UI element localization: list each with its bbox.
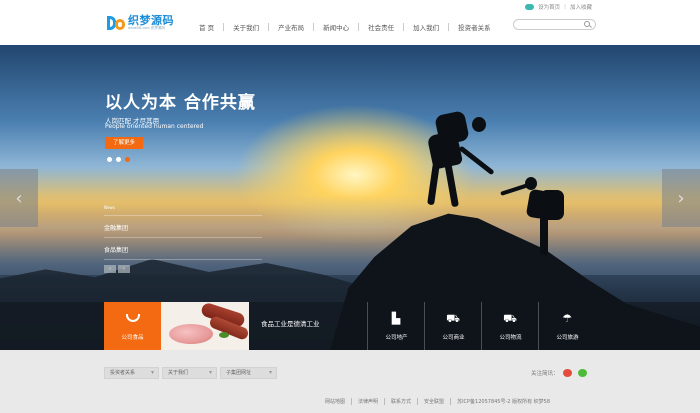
copyright-text: 苏ICP备12057845号-2 版权所有 织梦58 [457,399,551,405]
slide-dot[interactable] [116,157,121,162]
business-card-logistics[interactable]: ⛟ 公司物流 [481,302,538,350]
footer-link-sitemap[interactable]: 网站地图 [325,398,345,405]
truck-icon: ⛟ [503,312,517,325]
chevron-right-icon: › [677,187,685,209]
hero-title: 以人为本 合作共赢 [105,93,256,113]
investor-select[interactable]: 投资者关系 [104,367,159,379]
business-cells: ▙ 公司地产 ⛟ 公司商业 ⛟ 公司物流 ☂ 公司旅游 [367,302,595,350]
news-next-button[interactable]: › [118,265,130,273]
search-icon[interactable] [584,21,590,27]
business-card-commerce[interactable]: ⛟ 公司商业 [424,302,481,350]
nav-home[interactable]: 首 页 [190,22,223,32]
set-homepage-link[interactable]: 设为首页 [538,3,560,11]
business-description: 食品工业是德清工业 [261,320,320,328]
building-icon: ▙ [391,312,401,325]
news-label: News [104,205,115,210]
follow-us: 关注简讯： [531,369,587,377]
subsidiary-select[interactable]: 子集团网址 [220,367,277,379]
search-box [513,19,596,39]
chevron-left-icon: ‹ [15,187,23,209]
news-panel: News 金融集团 食品集团 [104,205,262,260]
logo-subtext: dede58.com 织梦源码 [128,26,165,31]
main-nav: 首 页 关于我们 产业布局 新闻中心 社会责任 加入我们 投资者关系 [190,21,500,33]
news-prev-button[interactable]: ‹ [104,265,116,273]
climber-head [472,117,486,132]
wechat-icon[interactable] [577,369,587,377]
logo-text: 织梦源码 [128,14,174,28]
nav-news[interactable]: 新闻中心 [314,22,358,32]
footer: 投资者关系 关于我们 子集团网址 关注简讯： 网站地图 法律声明 联系方式 安全… [0,350,700,413]
bowl-icon [126,314,140,322]
business-card-tourism[interactable]: ☂ 公司旅游 [538,302,595,350]
footer-selects: 投资者关系 关于我们 子集团网址 [104,367,277,379]
top-links: 设为首页 | 加入收藏 [525,3,592,11]
business-card-label: 公司旅游 [556,335,579,341]
business-card-label: 公司物流 [499,335,522,341]
slide-dots [107,157,130,162]
add-favorite-link[interactable]: 加入收藏 [570,3,592,11]
climber-arm [458,145,495,176]
logo[interactable]: 织梦源码 dede58.com 织梦源码 [107,12,177,34]
follow-label: 关注简讯： [531,371,559,377]
footer-link-contact[interactable]: 联系方式 [391,398,411,405]
about-select[interactable]: 关于我们 [162,367,217,379]
business-card-label: 公司商业 [442,335,465,341]
nav-industry[interactable]: 产业布局 [269,22,313,32]
footer-link-security[interactable]: 安全联盟 [424,398,444,405]
slide-dot-active[interactable] [125,157,130,162]
header: 织梦源码 dede58.com 织梦源码 设为首页 | 加入收藏 首 页 关于我… [0,0,700,45]
business-card-realestate[interactable]: ▙ 公司地产 [367,302,424,350]
food-image [161,302,249,350]
footer-link-legal[interactable]: 法律声明 [358,398,378,405]
nav-join[interactable]: 加入我们 [404,22,448,32]
business-card-food[interactable]: 公司食品 [104,302,161,350]
cart-icon: ⛟ [446,312,460,325]
footer-links: 网站地图 法律声明 联系方式 安全联盟 苏ICP备12057845号-2 版权所… [325,398,550,405]
next-slide-button[interactable]: › [662,169,700,227]
news-item[interactable]: 金融集团 [104,216,262,238]
nav-investor[interactable]: 投资者关系 [449,22,500,32]
palm-icon: ☂ [562,312,572,325]
news-item[interactable]: 食品集团 [104,238,262,260]
climber2-leg [540,215,548,255]
news-pager: ‹ › [104,265,130,273]
prev-slide-button[interactable]: ‹ [0,169,38,227]
slide-dot[interactable] [107,157,112,162]
hero-subtitle-en: People oriented human centered [105,123,204,130]
learn-more-button[interactable]: 了解更多 [105,137,143,149]
business-card-label: 公司食品 [121,335,144,341]
weibo-icon[interactable] [562,369,572,377]
business-card-label: 公司地产 [385,335,408,341]
cloud-icon [525,4,535,10]
nav-about[interactable]: 关于我们 [224,22,268,32]
search-input[interactable] [518,29,588,39]
logo-mark-icon [107,14,125,32]
page: 织梦源码 dede58.com 织梦源码 设为首页 | 加入收藏 首 页 关于我… [0,0,700,413]
nav-responsibility[interactable]: 社会责任 [359,22,403,32]
